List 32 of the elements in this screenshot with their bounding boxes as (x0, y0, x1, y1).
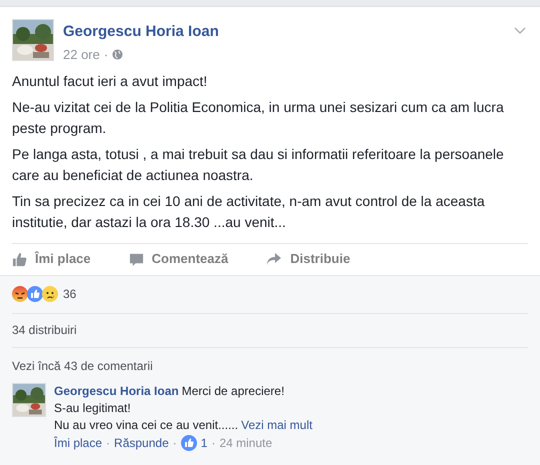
separator-dot: · (172, 434, 177, 452)
share-count[interactable]: 34 distribuiri (12, 321, 77, 339)
post-paragraph: Ne-au vizitat cei de la Politia Economica, in urma unei sesizari cum ca am lucra peste program. (12, 98, 505, 138)
post-paragraph: Anuntul facut ieri a avut impact! (12, 72, 208, 91)
sad-face-icon (42, 286, 58, 302)
comment-like-count[interactable]: 1 (200, 434, 208, 452)
share-button[interactable]: Distribuie (266, 249, 350, 269)
separator-dot: · (211, 434, 216, 452)
angry-face-icon (12, 286, 28, 302)
author-name[interactable]: Georgescu Horia Ioan (63, 23, 219, 41)
like-reaction-icon (180, 435, 197, 451)
comment-button[interactable]: Comentează (128, 249, 228, 269)
comment-text: Merci de apreciere! (182, 382, 284, 400)
like-reaction-icon (27, 286, 43, 302)
reaction-count[interactable]: 36 (63, 285, 76, 303)
globe-icon (112, 49, 124, 60)
share-arrow-icon (266, 252, 282, 266)
comment-author[interactable]: Georgescu Horia Ioan (54, 382, 179, 400)
thumbs-up-icon (12, 252, 27, 266)
chevron-down-icon[interactable] (514, 27, 526, 35)
separator-dot: · (106, 434, 110, 452)
post-paragraph: Tin sa precizez ca in cei 10 ani de activitate, n-am avut control de la aceasta institutie, dar astazi la ora 18.30 ...au venit... (12, 192, 486, 232)
post-paragraph: Pe langa asta, totusi , a mai trebuit sa dau si informatii referitoare la persoanele care au beneficiat de actiunea noastra. (12, 144, 505, 184)
reply-link[interactable]: Răspunde (114, 434, 169, 452)
more-comments-link[interactable]: Vezi încă 43 de comentarii (12, 358, 153, 372)
like-link[interactable]: Îmi place (54, 434, 102, 452)
speech-bubble-icon (128, 252, 144, 266)
separator-dot: · (104, 46, 108, 64)
comment-text: Nu au vreo vina cei ce au venit...... (54, 416, 238, 434)
comment-text: S-au legitimat! (54, 400, 132, 416)
like-button[interactable]: Îmi place (12, 249, 91, 269)
see-more-link[interactable]: Vezi mai mult (241, 416, 312, 434)
